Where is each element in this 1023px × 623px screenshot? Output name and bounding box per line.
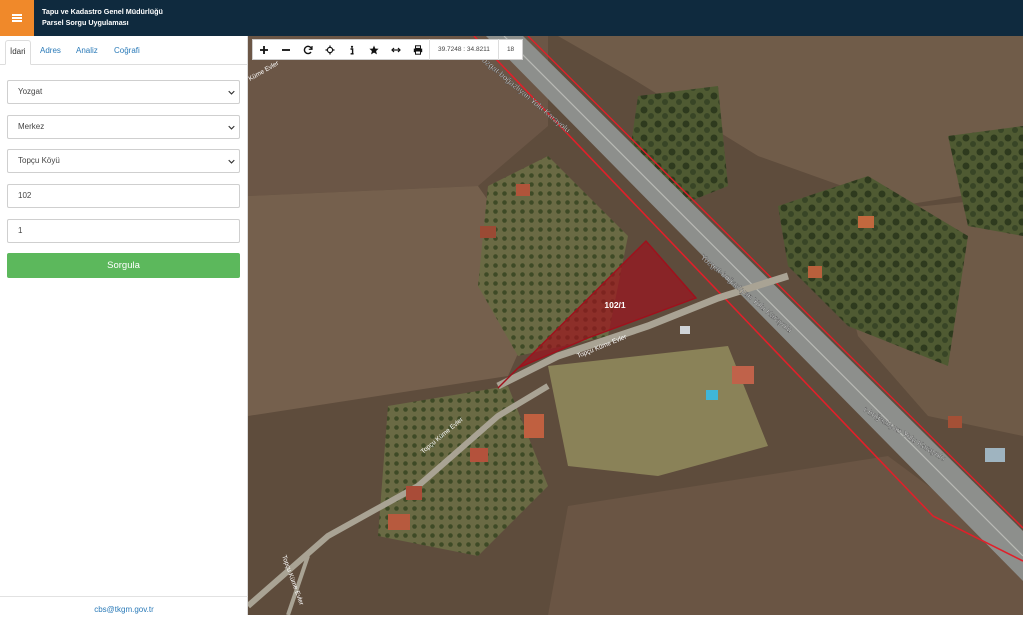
il-select[interactable]: Yozgat: [7, 80, 240, 104]
favorite-button[interactable]: [363, 39, 385, 60]
measure-icon: [391, 47, 401, 52]
parsel-input[interactable]: 1: [7, 219, 240, 243]
tab-adres[interactable]: Adres: [36, 40, 65, 65]
chevron-down-icon: [228, 125, 235, 130]
parcel-label: 102/1: [604, 300, 626, 310]
roof: [470, 448, 488, 462]
map-view[interactable]: 102/1 Yozgat-boğazlıyan Yolu Karayolu Yo…: [248, 36, 1023, 615]
sorgula-button[interactable]: Sorgula: [7, 253, 240, 278]
chevron-down-icon: [228, 159, 235, 164]
mahalle-select-value: Topçu Köyü: [18, 156, 60, 165]
contact-footer: cbs@tkgm.gov.tr: [0, 596, 248, 615]
ilce-select[interactable]: Merkez: [7, 115, 240, 139]
menu-button[interactable]: [0, 0, 34, 36]
star-icon: [369, 45, 379, 54]
satellite-map[interactable]: 102/1 Yozgat-boğazlıyan Yolu Karayolu Yo…: [248, 36, 1023, 615]
parsel-input-value: 1: [18, 226, 23, 235]
app-title-line2: Parsel Sorgu Uygulaması: [42, 18, 129, 27]
zoom-level: 18: [497, 39, 522, 60]
roof: [524, 414, 544, 438]
print-icon: [413, 44, 423, 55]
zoom-in-button[interactable]: [253, 39, 275, 60]
ada-input[interactable]: 102: [7, 184, 240, 208]
ilce-select-value: Merkez: [18, 122, 45, 131]
il-select-value: Yozgat: [18, 87, 43, 96]
roof: [808, 266, 822, 278]
roof: [480, 226, 496, 238]
zoom-out-icon: [282, 48, 290, 51]
tab-idari[interactable]: İdari: [5, 40, 31, 65]
locate-icon: [325, 45, 335, 54]
roof: [858, 216, 874, 228]
roof: [516, 184, 530, 196]
roof: [732, 366, 754, 384]
pool: [706, 390, 718, 400]
query-tabs: İdari Adres Analiz Coğrafi: [0, 36, 248, 65]
roof: [406, 486, 422, 500]
zoom-in-icon: [260, 45, 268, 54]
roof: [680, 326, 690, 334]
refresh-button[interactable]: [297, 39, 319, 60]
refresh-icon: [303, 45, 313, 54]
contact-email-link[interactable]: cbs@tkgm.gov.tr: [94, 605, 154, 614]
app-header: Tapu ve Kadastro Genel Müdürlüğü Parsel …: [0, 0, 1023, 36]
roof: [985, 448, 1005, 462]
roof: [388, 514, 410, 530]
roof: [948, 416, 962, 428]
tab-cografi[interactable]: Coğrafi: [110, 40, 144, 65]
ada-input-value: 102: [18, 191, 32, 200]
query-sidebar: İdari Adres Analiz Coğrafi Yozgat Merkez…: [0, 36, 248, 615]
mahalle-select[interactable]: Topçu Köyü: [7, 149, 240, 173]
app-title: Tapu ve Kadastro Genel Müdürlüğü Parsel …: [42, 6, 163, 28]
tab-analiz[interactable]: Analiz: [72, 40, 102, 65]
info-icon: [350, 45, 354, 54]
measure-button[interactable]: [385, 39, 407, 60]
locate-button[interactable]: [319, 39, 341, 60]
info-button[interactable]: [341, 39, 363, 60]
chevron-down-icon: [228, 90, 235, 95]
coordinate-readout: 39.7248 : 34.8211: [429, 39, 498, 60]
map-toolbar: 39.7248 : 34.8211 18: [252, 39, 524, 60]
hamburger-icon: [12, 14, 22, 22]
zoom-out-button[interactable]: [275, 39, 297, 60]
print-button[interactable]: [407, 39, 429, 60]
app-title-line1: Tapu ve Kadastro Genel Müdürlüğü: [42, 7, 163, 16]
